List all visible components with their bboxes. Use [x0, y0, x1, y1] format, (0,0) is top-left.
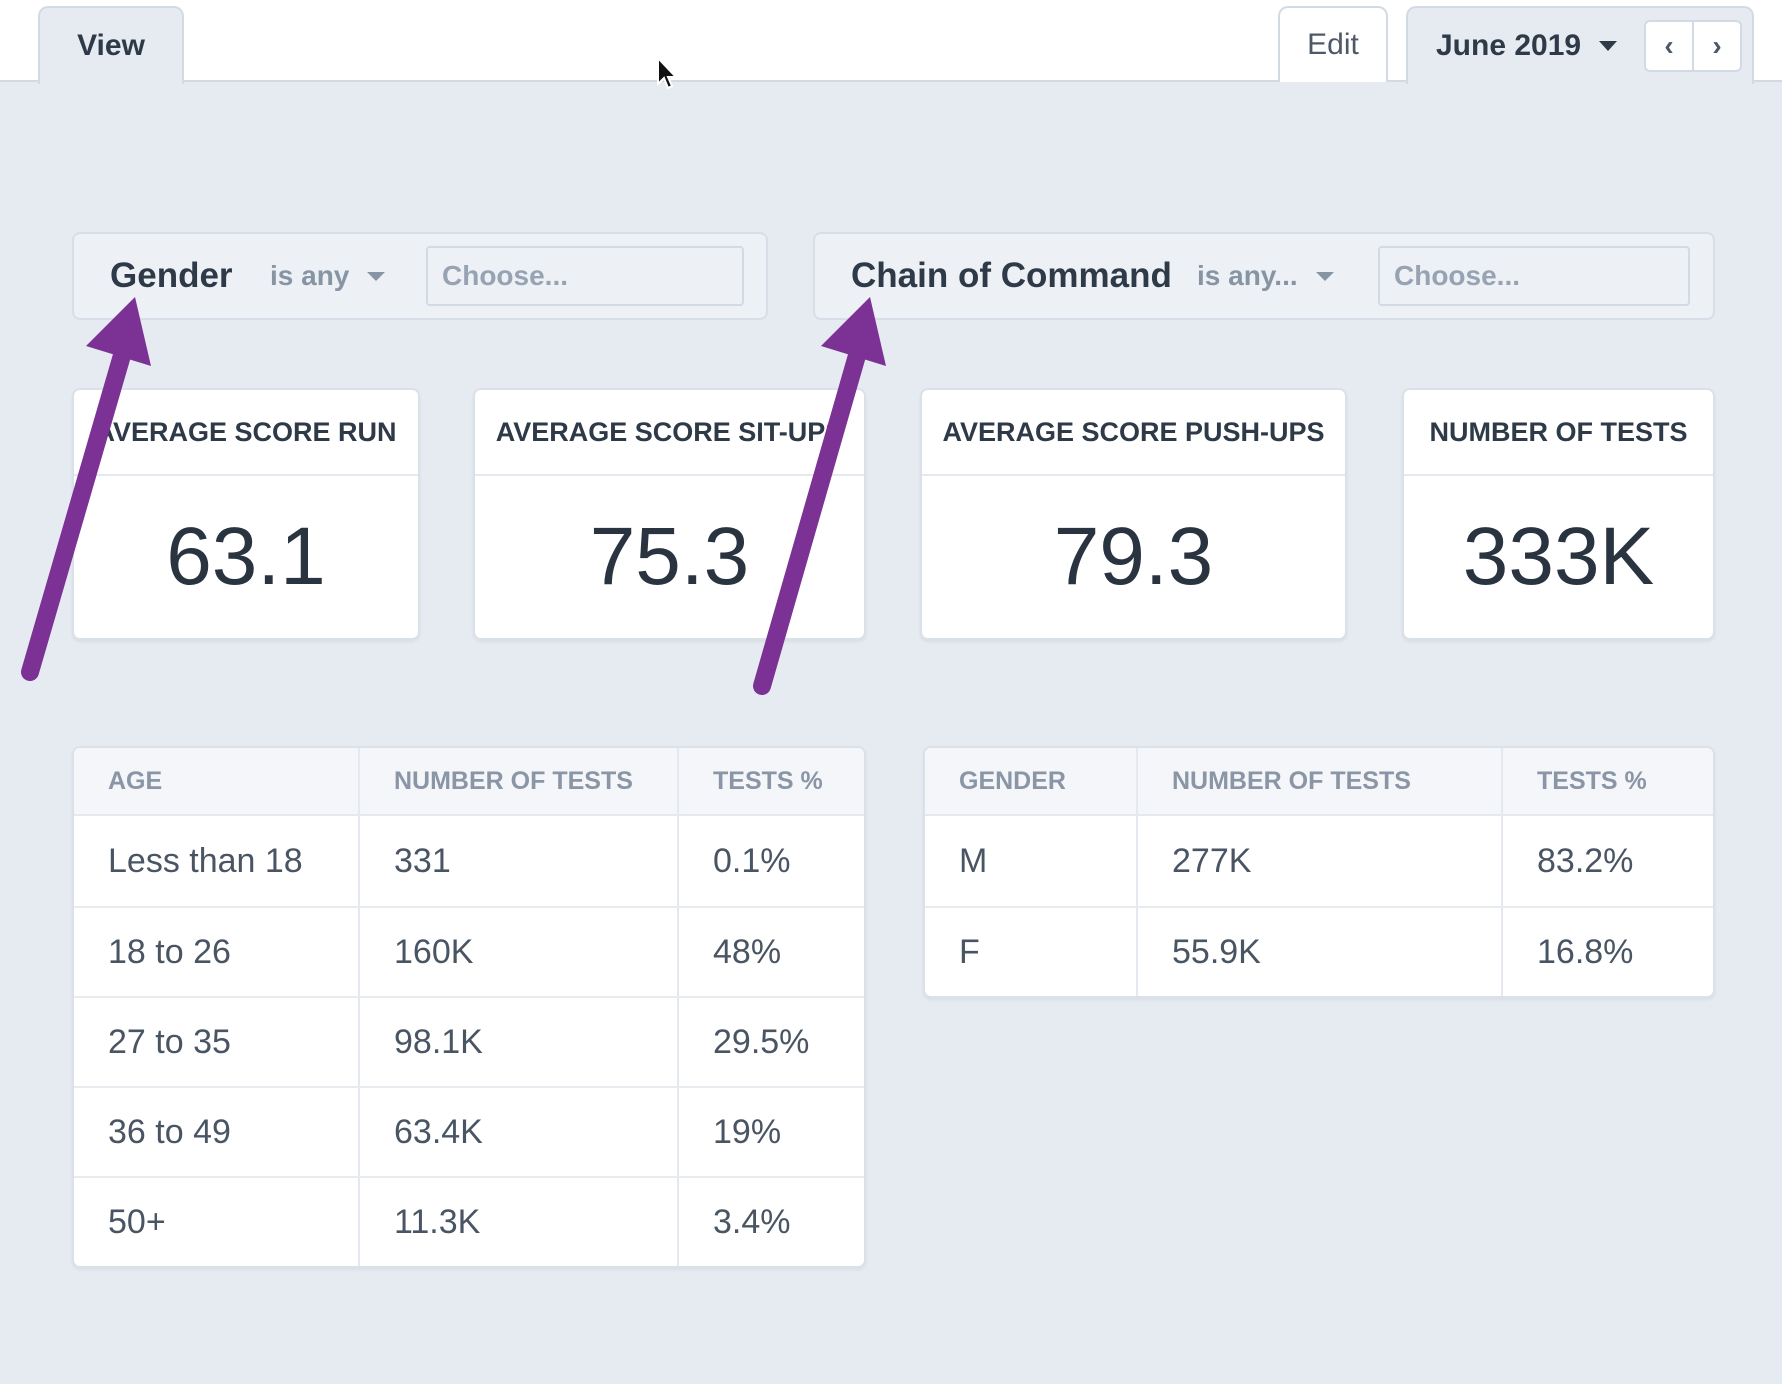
table-cell: 55.9K: [1136, 906, 1501, 996]
table-row: 50+ 11.3K 3.4%: [74, 1176, 864, 1266]
table-cell: 160K: [358, 906, 677, 996]
chain-of-command-filter: Chain of Command is any...: [813, 232, 1715, 320]
table-cell: 3.4%: [677, 1176, 864, 1266]
previous-month-button[interactable]: ‹: [1646, 22, 1692, 70]
stat-card-title: AVERAGE SCORE SIT-UPS: [475, 390, 864, 476]
table-row: F 55.9K 16.8%: [925, 906, 1713, 996]
tab-edit-label: Edit: [1307, 28, 1359, 61]
table-row: Less than 18 331 0.1%: [74, 816, 864, 906]
stat-card-value: 63.1: [166, 511, 326, 602]
tab-edit[interactable]: Edit: [1278, 6, 1388, 82]
gender-choose-input[interactable]: [426, 246, 744, 306]
table-cell: 36 to 49: [74, 1086, 358, 1176]
table-cell: 11.3K: [358, 1176, 677, 1266]
column-header[interactable]: TESTS %: [677, 748, 864, 816]
table-row: 36 to 49 63.4K 19%: [74, 1086, 864, 1176]
chevron-down-icon: [1599, 41, 1618, 51]
table-cell: 19%: [677, 1086, 864, 1176]
column-header[interactable]: AGE: [74, 748, 358, 816]
gender-operator-dropdown[interactable]: is any: [270, 234, 386, 318]
table-cell: 29.5%: [677, 996, 864, 1086]
caret-down-icon: [1315, 271, 1334, 281]
table-cell: 63.4K: [358, 1086, 677, 1176]
date-picker-tab[interactable]: June 2019 ‹ ›: [1406, 6, 1754, 84]
table-cell: 50+: [74, 1176, 358, 1266]
caret-down-icon: [367, 271, 386, 281]
stat-card-average-score-sit-ups: AVERAGE SCORE SIT-UPS 75.3: [473, 388, 866, 640]
mouse-cursor-icon: [657, 56, 678, 90]
chain-of-command-operator-label: is any...: [1197, 260, 1298, 291]
stat-card-number-of-tests: NUMBER OF TESTS 333K: [1402, 388, 1715, 640]
table-row: M 277K 83.2%: [925, 816, 1713, 906]
table-cell: 16.8%: [1501, 906, 1713, 996]
tab-view[interactable]: View: [38, 6, 184, 84]
table-cell: 48%: [677, 906, 864, 996]
stat-card-average-score-run: AVERAGE SCORE RUN 63.1: [72, 388, 420, 640]
column-header[interactable]: GENDER: [925, 748, 1136, 816]
date-nav-group: ‹ ›: [1644, 20, 1742, 72]
column-header[interactable]: NUMBER OF TESTS: [358, 748, 677, 816]
top-bar: View Edit June 2019 ‹ ›: [0, 0, 1782, 84]
gender-filter: Gender is any: [72, 232, 768, 320]
stat-card-title: AVERAGE SCORE PUSH-UPS: [922, 390, 1345, 476]
chevron-left-icon: ‹: [1664, 30, 1674, 61]
chain-of-command-choose-input[interactable]: [1378, 246, 1690, 306]
tab-view-label: View: [77, 29, 145, 62]
column-header[interactable]: NUMBER OF TESTS: [1136, 748, 1501, 816]
date-label: June 2019: [1436, 29, 1582, 62]
chain-of-command-filter-label: Chain of Command: [851, 256, 1172, 295]
stat-card-value: 79.3: [1053, 511, 1214, 602]
chain-of-command-operator-dropdown[interactable]: is any...: [1197, 234, 1334, 318]
table-header-row: AGE NUMBER OF TESTS TESTS %: [74, 748, 864, 816]
age-breakdown-table: AGE NUMBER OF TESTS TESTS % Less than 18…: [72, 746, 866, 1268]
next-month-button[interactable]: ›: [1692, 22, 1740, 70]
table-cell: 27 to 35: [74, 996, 358, 1086]
table-row: 27 to 35 98.1K 29.5%: [74, 996, 864, 1086]
table-cell: 0.1%: [677, 816, 864, 906]
chevron-right-icon: ›: [1712, 30, 1722, 61]
table-cell: F: [925, 906, 1136, 996]
table-cell: 83.2%: [1501, 816, 1713, 906]
table-cell: 277K: [1136, 816, 1501, 906]
stat-card-title: NUMBER OF TESTS: [1404, 390, 1713, 476]
stat-card-value: 333K: [1462, 511, 1655, 602]
gender-breakdown-table: GENDER NUMBER OF TESTS TESTS % M 277K 83…: [923, 746, 1715, 998]
stat-card-average-score-push-ups: AVERAGE SCORE PUSH-UPS 79.3: [920, 388, 1347, 640]
gender-operator-label: is any: [270, 260, 350, 291]
table-cell: M: [959, 841, 988, 880]
gender-filter-label: Gender: [110, 256, 233, 295]
table-cell: 18 to 26: [74, 906, 358, 996]
date-selector[interactable]: June 2019: [1436, 8, 1618, 84]
table-cell: 331: [358, 816, 677, 906]
column-header[interactable]: TESTS %: [1501, 748, 1713, 816]
stat-card-value: 75.3: [589, 511, 750, 602]
table-row: 18 to 26 160K 48%: [74, 906, 864, 996]
stat-card-title: AVERAGE SCORE RUN: [74, 390, 418, 476]
table-cell: Less than 18: [108, 841, 303, 880]
table-cell: 98.1K: [358, 996, 677, 1086]
table-header-row: GENDER NUMBER OF TESTS TESTS %: [925, 748, 1713, 816]
